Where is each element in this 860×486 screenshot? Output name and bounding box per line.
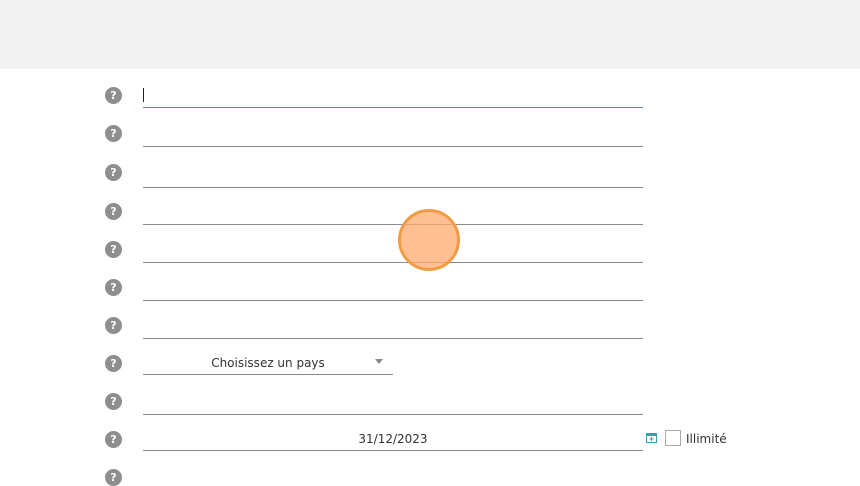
help-icon[interactable]: ? — [105, 393, 122, 410]
help-icon[interactable]: ? — [105, 203, 122, 220]
help-icon[interactable]: ? — [105, 125, 122, 142]
help-icon[interactable]: ? — [105, 469, 122, 486]
text-field-1[interactable] — [143, 85, 643, 108]
text-field-4[interactable] — [143, 202, 643, 225]
help-icon[interactable]: ? — [105, 431, 122, 448]
unlimited-checkbox[interactable] — [665, 430, 681, 446]
text-field-3[interactable] — [143, 165, 643, 188]
unlimited-label: Illimité — [686, 432, 727, 446]
calendar-icon[interactable] — [646, 432, 657, 443]
text-field-2[interactable] — [143, 124, 643, 147]
touch-indicator — [398, 209, 460, 271]
help-icon[interactable]: ? — [105, 355, 122, 372]
text-caret — [143, 88, 144, 102]
date-field[interactable]: 31/12/2023 — [143, 428, 643, 451]
help-icon[interactable]: ? — [105, 241, 122, 258]
help-icon[interactable]: ? — [105, 279, 122, 296]
chevron-down-icon — [375, 359, 383, 364]
country-select[interactable]: Choisissez un pays — [143, 352, 393, 375]
top-bar — [0, 0, 860, 69]
text-field-6[interactable] — [143, 278, 643, 301]
help-icon[interactable]: ? — [105, 164, 122, 181]
help-icon[interactable]: ? — [105, 317, 122, 334]
help-icon[interactable]: ? — [105, 87, 122, 104]
date-value: 31/12/2023 — [358, 432, 428, 446]
country-select-value: Choisissez un pays — [211, 356, 325, 370]
text-field-9[interactable] — [143, 392, 643, 415]
text-field-7[interactable] — [143, 316, 643, 339]
text-field-5[interactable] — [143, 240, 643, 263]
